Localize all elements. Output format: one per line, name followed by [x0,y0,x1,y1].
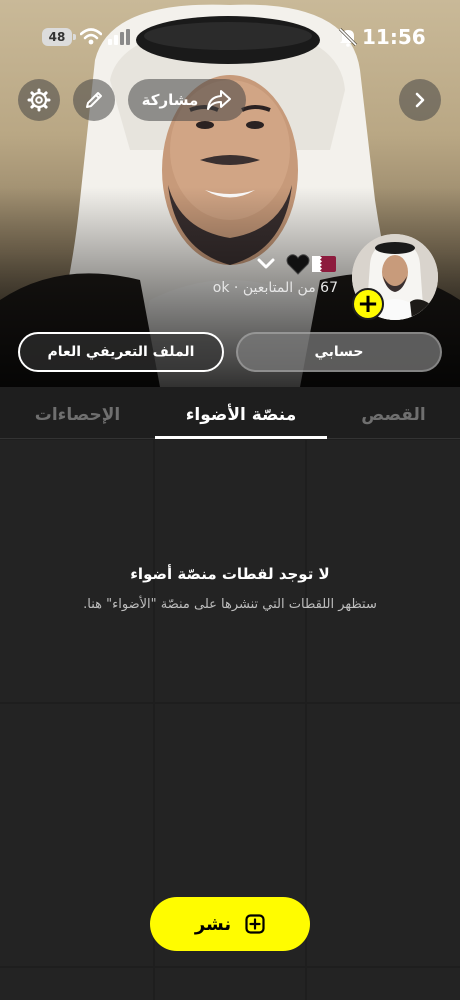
public-profile-button[interactable]: الملف التعريفي العام [18,332,224,372]
battery-icon: 48 [42,28,76,46]
empty-state-subtitle: ستظهر اللقطات التي تنشرها على منصّة "الأ… [83,597,377,612]
chevron-down-icon[interactable] [256,256,276,272]
plus-icon: + [357,289,379,319]
share-button[interactable]: مشاركة [128,79,246,121]
share-label: مشاركة [141,91,199,109]
grid-cell [0,704,153,966]
post-button[interactable]: نشر [150,897,310,951]
post-label: نشر [194,913,232,935]
active-tab-indicator [155,436,327,439]
empty-state: لا توجد لقطات منصّة أضواء ستظهر اللقطات … [0,565,460,612]
share-arrow-icon [207,90,232,110]
tab-spotlight[interactable]: منصّة الأضواء [155,387,327,439]
grid-cell [307,704,460,966]
silent-bell-icon [338,27,358,47]
tab-bar: الإحصاءات منصّة الأضواء القصص [0,387,460,439]
tab-stories[interactable]: القصص [327,387,460,439]
edit-button[interactable] [73,79,115,121]
forward-button[interactable] [399,79,441,121]
status-time: 11:56 [362,25,426,49]
add-square-icon [245,914,265,934]
wifi-icon [80,28,102,45]
grid-cell [307,968,460,1000]
settings-icon [27,88,51,112]
chevron-right-icon [415,92,425,108]
empty-state-title: لا توجد لقطات منصّة أضواء [130,565,330,583]
status-bar: 48 11:56 [0,0,460,76]
signal-icon [108,29,130,45]
grid-cell [0,968,153,1000]
add-story-button[interactable]: + [352,288,384,320]
settings-button[interactable] [18,79,60,121]
pencil-icon [86,92,102,108]
tab-stats[interactable]: الإحصاءات [0,387,155,439]
grid-cell [155,968,305,1000]
followers-count[interactable]: 67 من المتابعين · ok [213,280,338,296]
qatar-flag-icon [312,256,336,272]
black-heart-icon [286,254,310,275]
my-account-button[interactable]: حسابي [236,332,442,372]
